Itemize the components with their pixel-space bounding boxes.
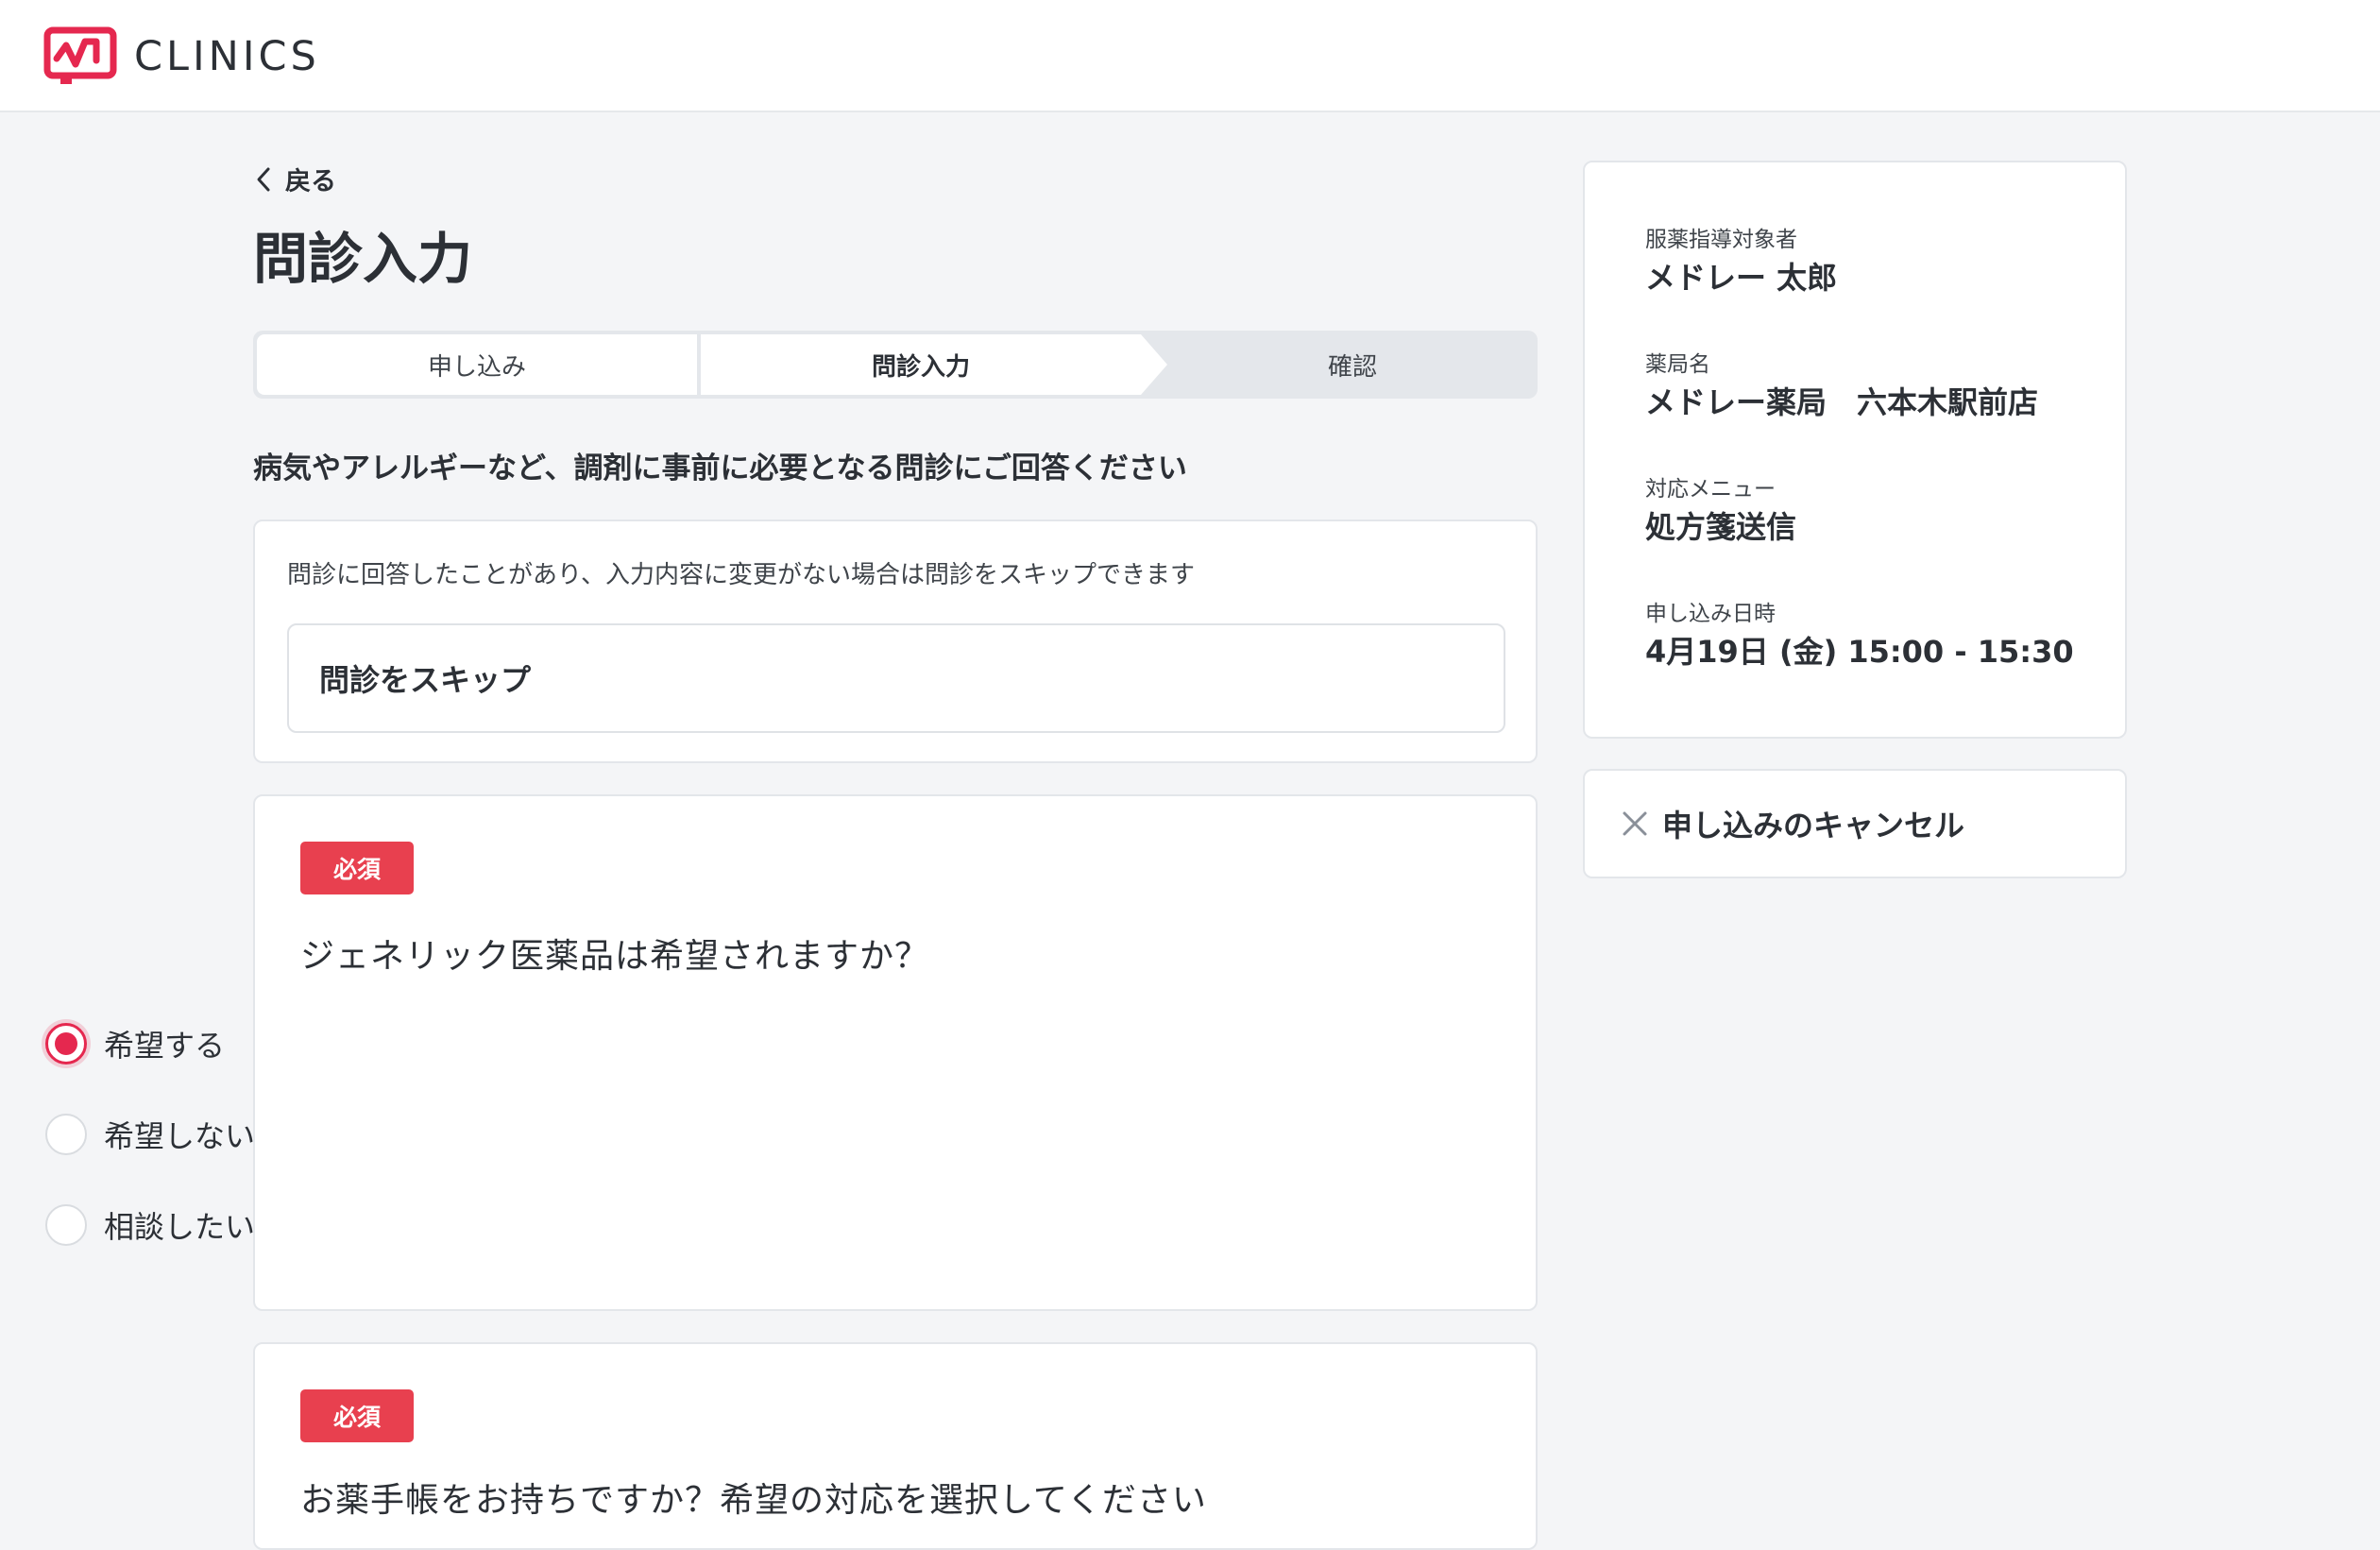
required-badge: 必須 (300, 842, 414, 894)
back-link[interactable]: 戻る (255, 161, 336, 197)
option-label: 相談したい (104, 1209, 256, 1245)
back-label: 戻る (285, 167, 336, 196)
summary-pharmacy: 薬局名 メドレー薬局 六本木駅前店 (1645, 349, 2038, 423)
required-badge: 必須 (300, 1389, 414, 1442)
step-apply: 申し込み (257, 334, 697, 395)
radio-selected[interactable] (45, 1023, 87, 1065)
summary-value: メドレー 太郎 (1645, 260, 1838, 296)
chevron-left-icon (257, 167, 270, 191)
summary-value: 4月19日 (金) 15:00 - 15:30 (1645, 634, 2074, 670)
summary-patient: 服薬指導対象者 メドレー 太郎 (1645, 225, 1837, 298)
progress-stepper: 申し込み 問診入力 確認 (253, 331, 1538, 399)
radio-unselected[interactable] (45, 1204, 87, 1246)
option-not-want[interactable]: 希望しない (45, 1113, 255, 1156)
option-consult[interactable]: 相談したい (45, 1203, 255, 1247)
cancel-label: 申し込みのキャンセル (1662, 808, 1965, 843)
app-header: CLINICS (0, 0, 2380, 112)
skip-card: 問診に回答したことがあり、入力内容に変更がない場合は問診をスキップできます 問診… (253, 520, 1538, 763)
summary-label: 対応メニュー (1645, 477, 1776, 502)
close-icon (1623, 811, 1647, 836)
step-confirm: 確認 (1327, 352, 1377, 382)
step-arrow (1141, 334, 1167, 395)
question-text: お薬手帳をお持ちですか？希望の対応を選択してください (300, 1481, 1207, 1520)
question-card-notebook: 必須 お薬手帳をお持ちですか？希望の対応を選択してください (253, 1342, 1538, 1550)
summary-datetime: 申し込み日時 4月19日 (金) 15:00 - 15:30 (1645, 599, 2074, 673)
option-label: 希望する (104, 1028, 226, 1064)
reservation-summary: 服薬指導対象者 メドレー 太郎 薬局名 メドレー薬局 六本木駅前店 対応メニュー… (1583, 161, 2127, 739)
radio-unselected[interactable] (45, 1114, 87, 1155)
summary-label: 申し込み日時 (1645, 602, 1776, 626)
option-want[interactable]: 希望する (45, 1022, 225, 1065)
clinics-logo-icon (43, 26, 117, 84)
step-questionnaire: 問診入力 (701, 334, 1141, 395)
clinics-logo[interactable]: CLINICS (43, 26, 320, 87)
summary-value: メドレー薬局 六本木駅前店 (1645, 384, 2039, 420)
logo-text: CLINICS (134, 32, 320, 80)
lead-text: 病気やアレルギーなど、調剤に事前に必要となる問診にご回答ください (253, 451, 1187, 485)
skip-questionnaire-button[interactable]: 問診をスキップ (287, 623, 1505, 733)
page-title: 問診入力 (253, 227, 473, 291)
cancel-reservation-button[interactable]: 申し込みのキャンセル (1583, 769, 2127, 878)
question-card-generic: 必須 ジェネリック医薬品は希望されますか？ (253, 794, 1538, 1311)
summary-menu: 対応メニュー 処方箋送信 (1645, 474, 1796, 548)
summary-label: 服薬指導対象者 (1645, 228, 1797, 252)
summary-label: 薬局名 (1645, 352, 1710, 377)
skip-note: 問診に回答したことがあり、入力内容に変更がない場合は問診をスキップできます (287, 561, 1195, 589)
option-label: 希望しない (104, 1118, 256, 1154)
question-text: ジェネリック医薬品は希望されますか？ (300, 937, 930, 976)
summary-value: 処方箋送信 (1645, 509, 1797, 545)
